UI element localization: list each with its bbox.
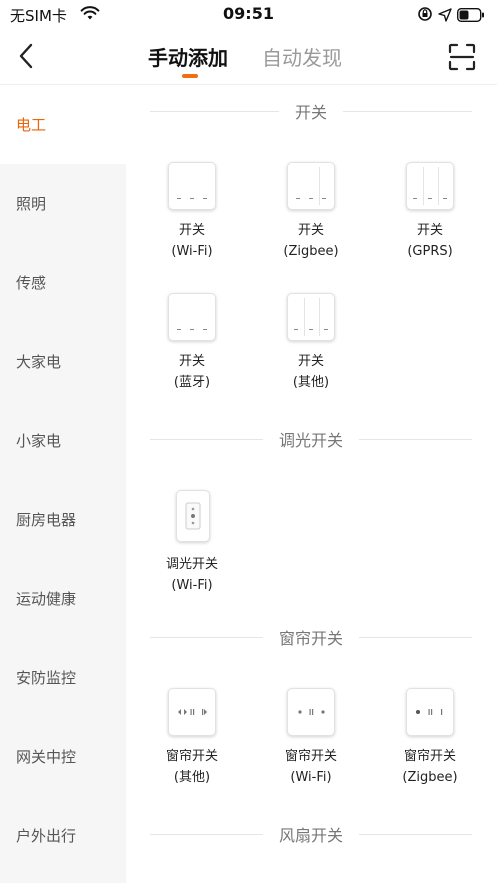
status-bar: 无SIM卡 09:51 [0,0,497,30]
device-catalog: 开关 开关 (Wi-Fi) 开关 (Zigbee) 开关 (GPRS) 开关 (… [126,85,497,883]
device-curtain-zigbee[interactable]: 窗帘开关 (Zigbee) [364,688,482,798]
sidebar-item-security[interactable]: 安防监控 [0,638,126,717]
scan-icon [448,43,476,71]
sidebar-item-electrical[interactable]: 电工 [0,85,126,164]
curtain-switch-icon [406,688,454,736]
active-tab-indicator [182,74,198,78]
device-name: 开关 [416,223,443,238]
device-variant: (Zigbee) [402,770,458,785]
device-switch-bluetooth[interactable]: 开关 (蓝牙) [126,293,244,403]
switch-3gang-icon [287,162,335,210]
orientation-lock-icon [417,6,433,26]
tab-manual-add[interactable]: 手动添加 [148,42,228,71]
sidebar-item-large-appliances[interactable]: 大家电 [0,322,126,401]
switch-3gang-icon [168,293,216,341]
device-switch-gprs[interactable]: 开关 (GPRS) [364,162,482,272]
section-header-fan: 风扇开关 [150,822,473,846]
device-variant: (Wi-Fi) [171,578,213,593]
sidebar-item-gateway[interactable]: 网关中控 [0,717,126,796]
device-name: 开关 [178,354,205,369]
device-name: 开关 [297,223,324,238]
device-name: 开关 [178,223,205,238]
sidebar-item-small-appliances[interactable]: 小家电 [0,401,126,480]
device-name: 开关 [297,354,324,369]
device-variant: (GPRS) [407,244,453,259]
back-button[interactable] [8,38,44,74]
battery-icon [456,7,485,26]
section-title: 开关 [295,103,328,122]
sidebar-item-outdoor[interactable]: 户外出行 [0,796,126,875]
section-header-curtain: 窗帘开关 [150,625,473,649]
chevron-left-icon [19,43,33,69]
dimmer-switch-icon [176,490,210,542]
device-variant: (Zigbee) [283,244,339,259]
switch-3gang-icon [168,162,216,210]
section-title: 窗帘开关 [279,629,344,648]
sidebar-item-kitchen[interactable]: 厨房电器 [0,480,126,559]
section-header-switch: 开关 [150,99,473,123]
device-switch-wifi[interactable]: 开关 (Wi-Fi) [126,162,244,272]
device-variant: (其他) [292,375,330,390]
location-icon [438,7,452,26]
sidebar-item-sensors[interactable]: 传感 [0,243,126,322]
device-curtain-wifi[interactable]: 窗帘开关 (Wi-Fi) [245,688,363,798]
switch-3gang-icon [406,162,454,210]
device-name: 窗帘开关 [165,749,218,764]
device-name: 窗帘开关 [403,749,456,764]
section-header-dimmer: 调光开关 [150,427,473,451]
nav-bar: 手动添加 自动发现 [0,30,497,84]
device-name: 窗帘开关 [284,749,337,764]
category-sidebar: 电工 照明 传感 大家电 小家电 厨房电器 运动健康 安防监控 网关中控 户外出… [0,85,126,883]
device-variant: (蓝牙) [173,375,211,390]
sidebar-item-lighting[interactable]: 照明 [0,164,126,243]
device-variant: (Wi-Fi) [171,244,213,259]
section-title: 调光开关 [279,431,344,450]
device-name: 调光开关 [165,557,218,572]
scan-button[interactable] [447,42,477,72]
device-variant: (其他) [173,770,211,785]
device-switch-other[interactable]: 开关 (其他) [245,293,363,403]
curtain-switch-icon [168,688,216,736]
device-curtain-other[interactable]: 窗帘开关 (其他) [126,688,244,798]
status-icons [417,6,485,26]
device-dimmer-wifi[interactable]: 调光开关 (Wi-Fi) [126,490,244,600]
switch-3gang-icon [287,293,335,341]
section-title: 风扇开关 [279,826,344,845]
device-variant: (Wi-Fi) [290,770,332,785]
sidebar-item-health[interactable]: 运动健康 [0,559,126,638]
device-switch-zigbee[interactable]: 开关 (Zigbee) [245,162,363,272]
curtain-switch-icon [287,688,335,736]
tab-auto-discover[interactable]: 自动发现 [262,42,342,71]
